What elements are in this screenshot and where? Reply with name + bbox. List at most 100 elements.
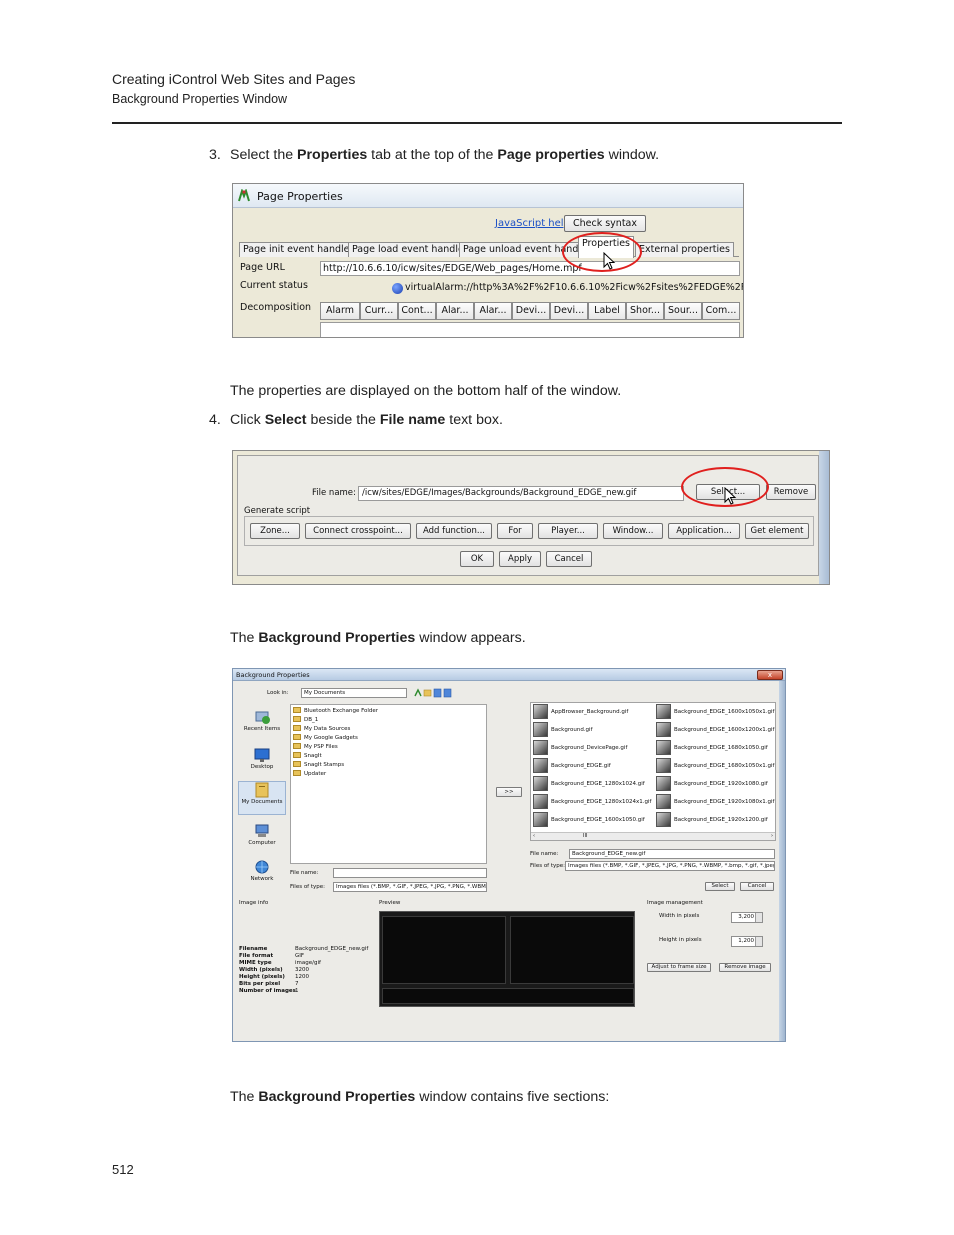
current-status-label: Current status (240, 280, 308, 291)
app-icon (238, 189, 250, 202)
list-item[interactable]: Background_EDGE_1680x1050.gif (656, 740, 768, 758)
tab-page-init[interactable]: Page init event handler (239, 242, 358, 257)
width-label: Width in pixels (659, 913, 700, 919)
place-computer[interactable]: Computer (238, 823, 286, 846)
horizontal-scrollbar[interactable]: ‹ III › (531, 832, 775, 840)
place-network[interactable]: Network (238, 859, 286, 882)
select-file-screenshot: File name: /icw/sites/EDGE/Images/Backgr… (232, 450, 830, 585)
decomp-alarm-button[interactable]: Alarm (320, 302, 360, 320)
cancel-button[interactable]: Cancel (546, 551, 592, 567)
list-item[interactable]: Background_EDGE_1600x1050.gif (533, 812, 645, 830)
scroll-right-icon[interactable]: › (771, 833, 773, 839)
get-element-button[interactable]: Get element (745, 523, 809, 539)
list-item[interactable]: Background_EDGE_1280x1024.gif (533, 776, 645, 794)
adjust-to-frame-button[interactable]: Adjust to frame size (647, 963, 711, 972)
list-item[interactable]: Updater (293, 770, 326, 779)
place-recent-items[interactable]: Recent Items (238, 709, 286, 732)
add-function-button[interactable]: Add function... (416, 523, 492, 539)
list-item[interactable]: Background_EDGE_1600x1200x1.gif (656, 722, 774, 740)
gif-file-icon (533, 758, 548, 773)
decomp-alar2-button[interactable]: Alar... (474, 302, 512, 320)
list-item[interactable]: Bluetooth Exchange Folder (293, 707, 378, 716)
decomp-cont-button[interactable]: Cont... (398, 302, 436, 320)
folder-toolbar-icons (414, 688, 452, 698)
list-item[interactable]: DB_1 (293, 716, 318, 725)
select-button[interactable]: Select (705, 882, 735, 891)
place-desktop[interactable]: Desktop (238, 747, 286, 770)
height-stepper[interactable]: 1,200 (731, 936, 763, 947)
file-name-field[interactable] (333, 868, 487, 878)
list-item[interactable]: SnagIt Stamps (293, 761, 344, 770)
look-in-dropdown[interactable]: My Documents (301, 688, 407, 698)
decomposition-panel (320, 322, 740, 337)
list-item[interactable]: Background_EDGE_1600x1050x1.gif (656, 704, 774, 722)
list-item[interactable]: Background_EDGE_1920x1080x1.gif (656, 794, 774, 812)
list-item[interactable]: Background_EDGE_1680x1050x1.gif (656, 758, 774, 776)
list-item[interactable]: Background_EDGE.gif (533, 758, 611, 776)
scroll-thumb[interactable]: III (583, 833, 587, 839)
javascript-help-link[interactable]: JavaScript help (495, 218, 570, 229)
info-value: 7 (295, 981, 299, 987)
gif-file-icon (533, 812, 548, 827)
window-button[interactable]: Window... (603, 523, 663, 539)
application-button[interactable]: Application... (668, 523, 740, 539)
list-item[interactable]: My Data Sources (293, 725, 350, 734)
gif-file-icon (533, 794, 548, 809)
step-4-number: 4. (209, 412, 221, 428)
gif-file-icon (656, 794, 671, 809)
place-my-documents[interactable]: My Documents (238, 781, 286, 815)
recent-items-icon (255, 711, 270, 724)
for-button[interactable]: For (497, 523, 533, 539)
info-key: Width (pixels) (239, 967, 283, 973)
decomp-shor-button[interactable]: Shor... (626, 302, 664, 320)
gif-file-icon (656, 812, 671, 827)
page-url-field[interactable]: http://10.6.6.10/icw/sites/EDGE/Web_page… (320, 261, 740, 276)
title-bar: Page Properties (233, 184, 743, 208)
width-stepper[interactable]: 3,200 (731, 912, 763, 923)
r-files-of-type-dropdown[interactable]: Images files (*.BMP, *.GIF, *.JPEG, *.JP… (565, 861, 775, 871)
list-item[interactable]: SnagIt (293, 752, 322, 761)
running-header-subtitle: Background Properties Window (112, 92, 288, 106)
apply-button[interactable]: Apply (499, 551, 541, 567)
list-item[interactable]: Background_EDGE_1280x1024x1.gif (533, 794, 651, 812)
my-documents-icon (255, 782, 269, 798)
ok-button[interactable]: OK (460, 551, 494, 567)
file-name-field[interactable]: /icw/sites/EDGE/Images/Backgrounds/Backg… (358, 486, 684, 501)
tab-external-properties[interactable]: External properties (635, 242, 734, 257)
zone-button[interactable]: Zone... (250, 523, 300, 539)
look-in-label: Look in: (267, 690, 289, 696)
close-button[interactable]: x (757, 670, 783, 680)
player-button[interactable]: Player... (538, 523, 598, 539)
tab-page-load[interactable]: Page load event handler (348, 242, 472, 257)
remove-button[interactable]: Remove (766, 484, 816, 500)
decomp-devi-button[interactable]: Devi... (512, 302, 550, 320)
list-item[interactable]: Background_EDGE_1920x1200.gif (656, 812, 768, 830)
list-item[interactable]: My Google Gadgets (293, 734, 358, 743)
transfer-button[interactable]: >> (496, 787, 522, 797)
decomp-alar-button[interactable]: Alar... (436, 302, 474, 320)
decomp-sour-button[interactable]: Sour... (664, 302, 702, 320)
info-key: Filename (239, 946, 268, 952)
list-item[interactable]: Background.gif (533, 722, 593, 740)
list-item[interactable]: My PSP Files (293, 743, 338, 752)
folder-icon (293, 716, 301, 722)
decomp-com-button[interactable]: Com... (702, 302, 740, 320)
decomp-devi2-button[interactable]: Devi... (550, 302, 588, 320)
check-syntax-button[interactable]: Check syntax (564, 215, 646, 232)
decomp-label-button[interactable]: Label (588, 302, 626, 320)
list-item[interactable]: AppBrowser_Background.gif (533, 704, 628, 722)
cancel-button[interactable]: Cancel (740, 882, 774, 891)
remove-image-button[interactable]: Remove image (719, 963, 771, 972)
info-value: 1200 (295, 974, 309, 980)
file-name-label: File name: (290, 870, 319, 876)
connect-crosspoint-button[interactable]: Connect crosspoint... (305, 523, 411, 539)
preview-pane (382, 988, 634, 1004)
decomp-curr-button[interactable]: Curr... (360, 302, 398, 320)
list-item[interactable]: Background_DevicePage.gif (533, 740, 627, 758)
info-value: Background_EDGE_new.gif (295, 946, 369, 952)
scroll-left-icon[interactable]: ‹ (533, 833, 535, 839)
folder-icon (293, 734, 301, 740)
r-file-name-field[interactable]: Background_EDGE_new.gif (569, 849, 775, 859)
files-of-type-dropdown[interactable]: Images files (*.BMP, *.GIF, *.JPEG, *.JP… (333, 882, 487, 892)
list-item[interactable]: Background_EDGE_1920x1080.gif (656, 776, 768, 794)
